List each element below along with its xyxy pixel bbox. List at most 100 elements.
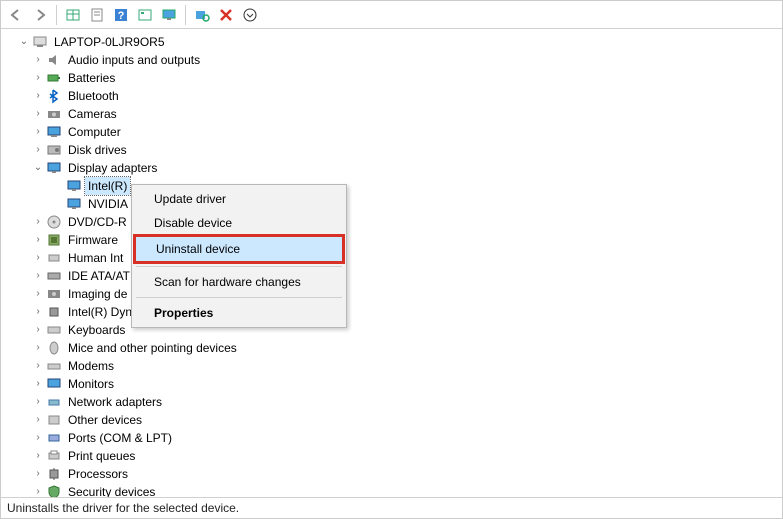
tree-item-label: Monitors xyxy=(65,375,117,393)
tree-item-label: Processors xyxy=(65,465,131,483)
tree-category[interactable]: › Processors xyxy=(3,465,782,483)
chevron-right-icon[interactable]: › xyxy=(31,323,45,337)
modem-icon xyxy=(46,358,62,374)
chevron-right-icon[interactable]: › xyxy=(31,377,45,391)
tree-category[interactable]: › Modems xyxy=(3,357,782,375)
svg-text:?: ? xyxy=(118,10,125,22)
ctx-uninstall-device[interactable]: Uninstall device xyxy=(133,234,345,264)
status-bar: Uninstalls the driver for the selected d… xyxy=(1,498,782,518)
more-button[interactable] xyxy=(239,4,261,26)
chevron-down-icon[interactable]: ⌄ xyxy=(17,35,31,49)
show-hidden-button[interactable] xyxy=(62,4,84,26)
ctx-scan-hardware[interactable]: Scan for hardware changes xyxy=(134,270,344,294)
details-button[interactable] xyxy=(134,4,156,26)
tree-root[interactable]: ⌄ LAPTOP-0LJR9OR5 xyxy=(3,33,782,51)
tree-category[interactable]: › Monitors xyxy=(3,375,782,393)
tree-item-label: Other devices xyxy=(65,411,145,429)
chevron-right-icon[interactable]: › xyxy=(31,305,45,319)
toolbar: ? xyxy=(1,1,782,29)
chevron-right-icon[interactable]: › xyxy=(31,449,45,463)
device-tree[interactable]: ⌄ LAPTOP-0LJR9OR5 › Audio inputs and out… xyxy=(1,29,782,497)
tree-item-label: Security devices xyxy=(65,483,158,497)
context-menu-separator xyxy=(136,266,342,267)
computer-icon xyxy=(32,34,48,50)
chevron-right-icon[interactable]: › xyxy=(31,413,45,427)
properties-button[interactable] xyxy=(86,4,108,26)
ide-icon xyxy=(46,268,62,284)
chevron-right-icon[interactable]: › xyxy=(31,485,45,497)
tree-category[interactable]: › Intel(R) Dynamic Platform and Thermal … xyxy=(3,303,782,321)
tree-category[interactable]: › Security devices xyxy=(3,483,782,497)
chevron-right-icon[interactable]: › xyxy=(31,89,45,103)
tree-item-label: Disk drives xyxy=(65,141,130,159)
tree-item-label: DVD/CD-R xyxy=(65,213,130,231)
chevron-right-icon[interactable]: › xyxy=(31,251,45,265)
ctx-disable-device[interactable]: Disable device xyxy=(134,211,344,235)
chevron-right-icon[interactable]: › xyxy=(31,107,45,121)
uninstall-button[interactable] xyxy=(215,4,237,26)
forward-button[interactable] xyxy=(29,4,51,26)
scan-hardware-button[interactable] xyxy=(191,4,213,26)
audio-icon xyxy=(46,52,62,68)
display-icon xyxy=(66,196,82,212)
chevron-right-icon[interactable]: › xyxy=(31,341,45,355)
context-menu-separator xyxy=(136,297,342,298)
tree-category[interactable]: › Keyboards xyxy=(3,321,782,339)
ctx-update-driver[interactable]: Update driver xyxy=(134,187,344,211)
forward-icon xyxy=(32,7,48,23)
tree-category[interactable]: › Ports (COM & LPT) xyxy=(3,429,782,447)
tree-category-display-adapters[interactable]: ⌄ Display adapters xyxy=(3,159,782,177)
tree-category[interactable]: › DVD/CD-R xyxy=(3,213,782,231)
chevron-down-icon[interactable]: ⌄ xyxy=(31,161,45,175)
back-icon xyxy=(8,7,24,23)
chevron-right-icon[interactable]: › xyxy=(31,233,45,247)
tree-category[interactable]: › Bluetooth xyxy=(3,87,782,105)
chevron-right-icon[interactable]: › xyxy=(31,53,45,67)
update-driver-button[interactable] xyxy=(158,4,180,26)
tree-category[interactable]: › Other devices xyxy=(3,411,782,429)
chevron-right-icon[interactable]: › xyxy=(31,143,45,157)
tree-item-label: Bluetooth xyxy=(65,87,122,105)
tree-category[interactable]: › Firmware xyxy=(3,231,782,249)
tree-category[interactable]: › Mice and other pointing devices xyxy=(3,339,782,357)
tree-category[interactable]: › Disk drives xyxy=(3,141,782,159)
tree-category[interactable]: › IDE ATA/AT xyxy=(3,267,782,285)
chevron-right-icon[interactable]: › xyxy=(31,71,45,85)
chevron-right-icon[interactable]: › xyxy=(31,467,45,481)
chevron-right-icon[interactable]: › xyxy=(31,215,45,229)
tree-category[interactable]: › Print queues xyxy=(3,447,782,465)
chevron-right-icon[interactable]: › xyxy=(31,359,45,373)
tree-category[interactable]: › Batteries xyxy=(3,69,782,87)
tree-device-intel[interactable]: Intel(R) xyxy=(3,177,782,195)
port-icon xyxy=(46,430,62,446)
tree-category[interactable]: › Cameras xyxy=(3,105,782,123)
tree-category[interactable]: › Network adapters xyxy=(3,393,782,411)
tree-item-label: Cameras xyxy=(65,105,120,123)
ctx-properties[interactable]: Properties xyxy=(134,301,344,325)
grid-icon xyxy=(65,7,81,23)
context-menu: Update driver Disable device Uninstall d… xyxy=(131,184,347,328)
tree-category[interactable]: › Imaging de xyxy=(3,285,782,303)
display-icon xyxy=(46,160,62,176)
chevron-right-icon[interactable]: › xyxy=(31,287,45,301)
chip-icon xyxy=(46,304,62,320)
chevron-right-icon[interactable]: › xyxy=(31,395,45,409)
disk-icon xyxy=(46,142,62,158)
imaging-icon xyxy=(46,286,62,302)
tree-category[interactable]: › Audio inputs and outputs xyxy=(3,51,782,69)
tree-device-nvidia[interactable]: NVIDIA xyxy=(3,195,782,213)
firmware-icon xyxy=(46,232,62,248)
chevron-right-icon[interactable]: › xyxy=(31,431,45,445)
down-arrow-icon xyxy=(242,7,258,23)
help-button[interactable]: ? xyxy=(110,4,132,26)
network-icon xyxy=(46,394,62,410)
chevron-right-icon[interactable]: › xyxy=(31,269,45,283)
chevron-right-icon[interactable]: › xyxy=(31,125,45,139)
tree-item-label: Keyboards xyxy=(65,321,128,339)
hid-icon xyxy=(46,250,62,266)
scan-icon xyxy=(194,7,210,23)
tree-category[interactable]: › Computer xyxy=(3,123,782,141)
tree-category[interactable]: › Human Int xyxy=(3,249,782,267)
tree-item-label: Ports (COM & LPT) xyxy=(65,429,175,447)
back-button[interactable] xyxy=(5,4,27,26)
